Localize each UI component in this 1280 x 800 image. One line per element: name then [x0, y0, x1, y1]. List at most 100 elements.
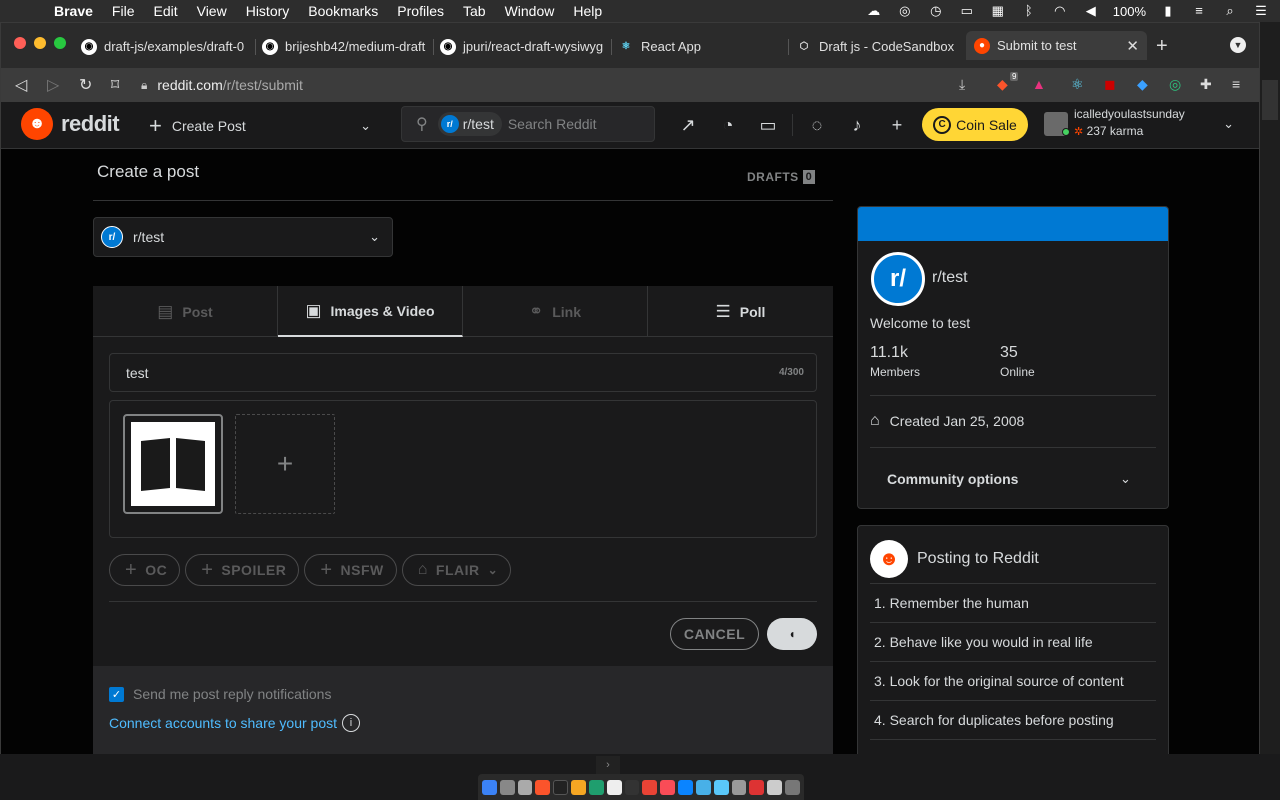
sublime-icon[interactable] — [571, 779, 586, 795]
menu-tab[interactable]: Tab — [463, 3, 486, 19]
brave-shields-icon[interactable]: ◆ — [997, 76, 1008, 93]
user-menu[interactable]: icalledyoulastsunday ✲ 237 karma ⌄ — [1044, 104, 1244, 144]
bluetooth-icon[interactable]: ᛒ — [1020, 4, 1038, 18]
checkbox-checked[interactable]: ✓ — [109, 686, 124, 702]
nsfw-tag-button[interactable]: + NSFW — [304, 554, 397, 586]
chevron-down-icon[interactable]: ⌄ — [1120, 471, 1131, 487]
community-options-toggle[interactable]: Community options — [887, 471, 1018, 487]
add-media-button[interactable]: + — [235, 414, 335, 514]
wifi-icon[interactable]: ◠ — [1051, 4, 1069, 18]
media-upload-area[interactable]: + — [109, 400, 817, 538]
react-devtools-icon[interactable]: ⚛ — [1071, 76, 1084, 93]
reload-icon[interactable]: ↻ — [79, 75, 92, 95]
memory-icon[interactable]: ▦ — [989, 4, 1007, 18]
community-icon[interactable]: r/ — [871, 252, 925, 306]
extensions-puzzle-icon[interactable]: ✚ — [1200, 76, 1212, 93]
volume-icon[interactable]: ◀ — [1082, 4, 1100, 18]
us-flag-icon[interactable]: ≡ — [1190, 4, 1208, 18]
tab-react-draft-wysiwyg[interactable]: ◉ jpuri/react-draft-wysiwyg — [440, 33, 608, 60]
menu-bookmarks[interactable]: Bookmarks — [308, 3, 378, 19]
system-prefs-icon[interactable] — [517, 779, 533, 795]
finder-icon[interactable] — [482, 779, 497, 795]
notifications-icon[interactable]: ♪ — [846, 114, 868, 136]
launchpad-icon[interactable] — [499, 779, 515, 795]
search-community-chip[interactable]: r/ r/test — [437, 112, 502, 136]
reddit-logo[interactable]: ☻ reddit — [21, 108, 120, 140]
vscode-icon[interactable] — [589, 779, 604, 795]
zoom-window-button[interactable] — [54, 37, 66, 49]
tab-link[interactable]: ⚭ Link — [463, 286, 648, 337]
drafts-button[interactable]: DRAFTS 0 — [747, 170, 816, 184]
expand-chevron-icon[interactable]: › — [596, 756, 620, 774]
ublock-icon[interactable]: ◼ — [1104, 76, 1116, 93]
folder-icon[interactable] — [713, 779, 729, 795]
popular-icon[interactable]: ↗ — [677, 114, 699, 136]
tab-react-app[interactable]: ⚛ React App — [618, 33, 778, 60]
reply-notifications-option[interactable]: ✓ Send me post reply notifications — [109, 686, 331, 702]
activity-monitor-icon[interactable] — [624, 779, 640, 795]
menu-file[interactable]: File — [112, 3, 135, 19]
extension-circle-icon[interactable]: ◎ — [1169, 76, 1181, 93]
terminal-icon[interactable] — [553, 779, 569, 795]
oc-tag-button[interactable]: + OC — [109, 554, 181, 586]
flair-tag-button[interactable]: ⌂ FLAIR ⌄ — [401, 554, 512, 586]
spoiler-tag-button[interactable]: + SPOILER — [185, 554, 300, 586]
search-bar[interactable]: ⚲ r/ r/test Search Reddit — [401, 106, 655, 142]
menu-app-name[interactable]: Brave — [54, 3, 93, 19]
airplay-icon[interactable]: ▭ — [958, 4, 976, 18]
extension-gem-icon[interactable]: ◆ — [1137, 76, 1148, 93]
battery-icon[interactable]: ▮ — [1159, 4, 1177, 18]
tab-codesandbox[interactable]: ⬡ Draft js - CodeSandbox — [796, 33, 958, 60]
menu-help[interactable]: Help — [573, 3, 602, 19]
tab-medium-draft[interactable]: ◉ brijeshb42/medium-draft — [262, 33, 428, 60]
browser-menu-icon[interactable]: ≡ — [1232, 76, 1240, 92]
do-not-disturb-icon[interactable]: ◎ — [896, 4, 914, 18]
post-button[interactable]: ◖ — [767, 618, 817, 650]
chat-icon[interactable]: ◌ — [806, 114, 828, 136]
time-machine-icon[interactable]: ◷ — [927, 4, 945, 18]
brave-icon[interactable] — [535, 779, 551, 795]
messages-icon[interactable] — [695, 779, 711, 795]
post-title-input[interactable]: test 4/300 — [109, 353, 817, 392]
tab-submit-to-test[interactable]: ● Submit to test ✕ — [966, 31, 1147, 60]
community-selector[interactable]: r/ r/test ⌄ — [93, 217, 393, 257]
trash-icon[interactable] — [785, 779, 800, 795]
create-post-dropdown[interactable]: + Create Post ⌄ — [149, 113, 379, 139]
notes-icon[interactable] — [606, 779, 622, 795]
chrome-icon[interactable] — [642, 779, 658, 795]
back-icon[interactable]: ◁ — [15, 75, 27, 95]
pdf-icon[interactable] — [749, 779, 765, 795]
forward-icon[interactable]: ▷ — [47, 75, 59, 95]
tab-draft-js-examples[interactable]: ◉ draft-js/examples/draft-0 — [81, 33, 253, 60]
coin-sale-button[interactable]: C Coin Sale — [922, 108, 1028, 141]
menu-history[interactable]: History — [246, 3, 290, 19]
new-tab-button[interactable]: + — [1156, 35, 1168, 58]
address-bar[interactable]: 🔒︎ reddit.com /r/test/submit — [141, 72, 991, 98]
menu-edit[interactable]: Edit — [153, 3, 177, 19]
status-app-icon[interactable]: ☁ — [865, 4, 883, 18]
download-icon[interactable]: ⤓ — [959, 76, 965, 93]
tab-post[interactable]: ▤ Post — [93, 286, 278, 337]
brave-rewards-icon[interactable]: ▲ — [1032, 76, 1046, 92]
lock-icon[interactable]: 🔒︎ — [141, 78, 147, 93]
menu-profiles[interactable]: Profiles — [397, 3, 444, 19]
info-icon[interactable]: i — [342, 714, 361, 732]
community-name[interactable]: r/test — [932, 269, 968, 287]
create-post-icon[interactable]: + — [886, 114, 908, 136]
tab-poll[interactable]: ☰ Poll — [648, 286, 833, 337]
media-thumbnail[interactable] — [123, 414, 223, 514]
document-icon[interactable] — [767, 779, 783, 795]
tab-search-icon[interactable]: ▼ — [1230, 37, 1246, 53]
control-center-icon[interactable]: ☰ — [1252, 4, 1270, 18]
live-icon[interactable]: ▭ — [757, 114, 779, 136]
spotlight-icon[interactable]: ⌕ — [1221, 4, 1239, 18]
close-tab-icon[interactable]: ✕ — [1126, 37, 1139, 55]
connect-accounts-link[interactable]: Connect accounts to share your post i — [109, 714, 361, 732]
close-window-button[interactable] — [14, 37, 26, 49]
tab-images-video[interactable]: ▣ Images & Video — [278, 286, 463, 337]
bookmark-icon[interactable]: ⌑ — [111, 75, 119, 95]
preview-icon[interactable] — [731, 779, 747, 795]
cancel-button[interactable]: CANCEL — [670, 618, 759, 650]
app-store-icon[interactable] — [678, 779, 693, 795]
music-icon[interactable] — [660, 779, 676, 795]
